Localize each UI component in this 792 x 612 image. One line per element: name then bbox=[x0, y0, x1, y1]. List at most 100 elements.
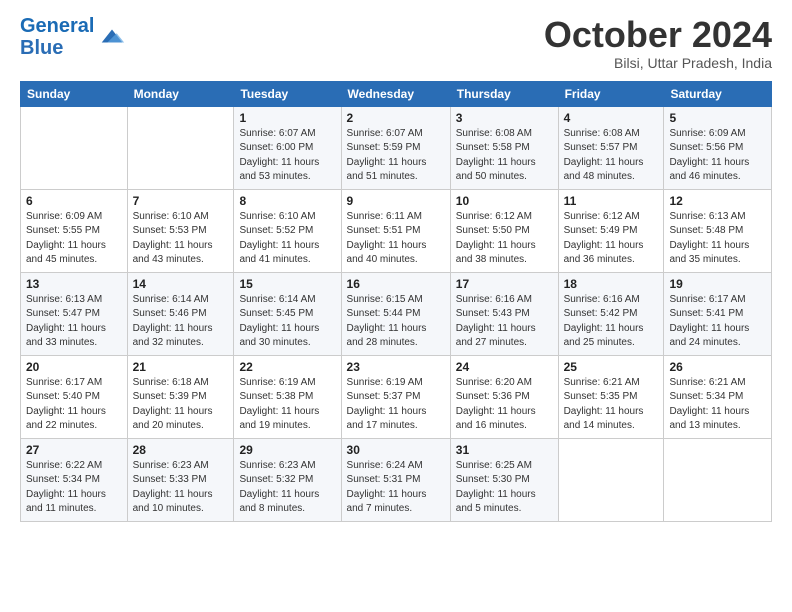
day-detail: Sunrise: 6:15 AMSunset: 5:44 PMDaylight:… bbox=[347, 293, 445, 351]
day-number: 28 bbox=[133, 443, 229, 457]
calendar-cell: 28 Sunrise: 6:23 AMSunset: 5:33 PMDaylig… bbox=[127, 438, 234, 521]
calendar-cell: 12 Sunrise: 6:13 AMSunset: 5:48 PMDaylig… bbox=[664, 189, 772, 272]
day-detail: Sunrise: 6:18 AMSunset: 5:39 PMDaylight:… bbox=[133, 376, 229, 434]
day-detail: Sunrise: 6:22 AMSunset: 5:34 PMDaylight:… bbox=[26, 459, 122, 517]
month-title: October 2024 bbox=[544, 15, 772, 55]
calendar-cell bbox=[664, 438, 772, 521]
day-detail: Sunrise: 6:11 AMSunset: 5:51 PMDaylight:… bbox=[347, 210, 445, 268]
calendar-cell bbox=[558, 438, 664, 521]
calendar-cell: 17 Sunrise: 6:16 AMSunset: 5:43 PMDaylig… bbox=[450, 272, 558, 355]
calendar-cell: 15 Sunrise: 6:14 AMSunset: 5:45 PMDaylig… bbox=[234, 272, 341, 355]
col-thursday: Thursday bbox=[450, 81, 558, 106]
day-number: 21 bbox=[133, 360, 229, 374]
day-number: 2 bbox=[347, 111, 445, 125]
day-number: 24 bbox=[456, 360, 553, 374]
col-monday: Monday bbox=[127, 81, 234, 106]
calendar-cell: 13 Sunrise: 6:13 AMSunset: 5:47 PMDaylig… bbox=[21, 272, 128, 355]
calendar-header-row: Sunday Monday Tuesday Wednesday Thursday… bbox=[21, 81, 772, 106]
calendar-cell: 24 Sunrise: 6:20 AMSunset: 5:36 PMDaylig… bbox=[450, 355, 558, 438]
day-number: 4 bbox=[564, 111, 659, 125]
day-detail: Sunrise: 6:25 AMSunset: 5:30 PMDaylight:… bbox=[456, 459, 553, 517]
calendar-cell: 9 Sunrise: 6:11 AMSunset: 5:51 PMDayligh… bbox=[341, 189, 450, 272]
day-number: 18 bbox=[564, 277, 659, 291]
calendar-cell bbox=[127, 106, 234, 189]
logo-text: GeneralBlue bbox=[20, 15, 94, 59]
logo-icon bbox=[98, 22, 126, 50]
day-number: 23 bbox=[347, 360, 445, 374]
day-number: 27 bbox=[26, 443, 122, 457]
calendar-cell bbox=[21, 106, 128, 189]
calendar-cell: 11 Sunrise: 6:12 AMSunset: 5:49 PMDaylig… bbox=[558, 189, 664, 272]
day-number: 14 bbox=[133, 277, 229, 291]
day-number: 29 bbox=[239, 443, 335, 457]
calendar-cell: 30 Sunrise: 6:24 AMSunset: 5:31 PMDaylig… bbox=[341, 438, 450, 521]
calendar-cell: 7 Sunrise: 6:10 AMSunset: 5:53 PMDayligh… bbox=[127, 189, 234, 272]
day-number: 31 bbox=[456, 443, 553, 457]
day-detail: Sunrise: 6:21 AMSunset: 5:35 PMDaylight:… bbox=[564, 376, 659, 434]
day-detail: Sunrise: 6:20 AMSunset: 5:36 PMDaylight:… bbox=[456, 376, 553, 434]
day-detail: Sunrise: 6:13 AMSunset: 5:47 PMDaylight:… bbox=[26, 293, 122, 351]
col-wednesday: Wednesday bbox=[341, 81, 450, 106]
day-number: 13 bbox=[26, 277, 122, 291]
calendar-cell: 20 Sunrise: 6:17 AMSunset: 5:40 PMDaylig… bbox=[21, 355, 128, 438]
day-detail: Sunrise: 6:23 AMSunset: 5:32 PMDaylight:… bbox=[239, 459, 335, 517]
day-detail: Sunrise: 6:10 AMSunset: 5:53 PMDaylight:… bbox=[133, 210, 229, 268]
day-number: 1 bbox=[239, 111, 335, 125]
calendar-cell: 25 Sunrise: 6:21 AMSunset: 5:35 PMDaylig… bbox=[558, 355, 664, 438]
calendar-cell: 22 Sunrise: 6:19 AMSunset: 5:38 PMDaylig… bbox=[234, 355, 341, 438]
day-detail: Sunrise: 6:16 AMSunset: 5:43 PMDaylight:… bbox=[456, 293, 553, 351]
day-detail: Sunrise: 6:09 AMSunset: 5:56 PMDaylight:… bbox=[669, 127, 766, 185]
day-number: 15 bbox=[239, 277, 335, 291]
calendar-cell: 10 Sunrise: 6:12 AMSunset: 5:50 PMDaylig… bbox=[450, 189, 558, 272]
day-detail: Sunrise: 6:12 AMSunset: 5:50 PMDaylight:… bbox=[456, 210, 553, 268]
day-detail: Sunrise: 6:24 AMSunset: 5:31 PMDaylight:… bbox=[347, 459, 445, 517]
day-detail: Sunrise: 6:08 AMSunset: 5:58 PMDaylight:… bbox=[456, 127, 553, 185]
day-detail: Sunrise: 6:19 AMSunset: 5:38 PMDaylight:… bbox=[239, 376, 335, 434]
calendar-cell: 21 Sunrise: 6:18 AMSunset: 5:39 PMDaylig… bbox=[127, 355, 234, 438]
col-tuesday: Tuesday bbox=[234, 81, 341, 106]
calendar-cell: 27 Sunrise: 6:22 AMSunset: 5:34 PMDaylig… bbox=[21, 438, 128, 521]
day-number: 8 bbox=[239, 194, 335, 208]
col-saturday: Saturday bbox=[664, 81, 772, 106]
page: GeneralBlue October 2024 Bilsi, Uttar Pr… bbox=[0, 0, 792, 612]
calendar-week-4: 27 Sunrise: 6:22 AMSunset: 5:34 PMDaylig… bbox=[21, 438, 772, 521]
day-detail: Sunrise: 6:16 AMSunset: 5:42 PMDaylight:… bbox=[564, 293, 659, 351]
calendar-cell: 5 Sunrise: 6:09 AMSunset: 5:56 PMDayligh… bbox=[664, 106, 772, 189]
day-number: 10 bbox=[456, 194, 553, 208]
day-number: 7 bbox=[133, 194, 229, 208]
day-detail: Sunrise: 6:07 AMSunset: 5:59 PMDaylight:… bbox=[347, 127, 445, 185]
day-number: 26 bbox=[669, 360, 766, 374]
calendar-cell: 4 Sunrise: 6:08 AMSunset: 5:57 PMDayligh… bbox=[558, 106, 664, 189]
day-number: 19 bbox=[669, 277, 766, 291]
day-number: 3 bbox=[456, 111, 553, 125]
day-detail: Sunrise: 6:13 AMSunset: 5:48 PMDaylight:… bbox=[669, 210, 766, 268]
calendar-cell: 19 Sunrise: 6:17 AMSunset: 5:41 PMDaylig… bbox=[664, 272, 772, 355]
day-number: 25 bbox=[564, 360, 659, 374]
calendar-cell: 2 Sunrise: 6:07 AMSunset: 5:59 PMDayligh… bbox=[341, 106, 450, 189]
day-number: 22 bbox=[239, 360, 335, 374]
calendar-week-3: 20 Sunrise: 6:17 AMSunset: 5:40 PMDaylig… bbox=[21, 355, 772, 438]
calendar-cell: 18 Sunrise: 6:16 AMSunset: 5:42 PMDaylig… bbox=[558, 272, 664, 355]
day-number: 20 bbox=[26, 360, 122, 374]
day-number: 12 bbox=[669, 194, 766, 208]
calendar-cell: 23 Sunrise: 6:19 AMSunset: 5:37 PMDaylig… bbox=[341, 355, 450, 438]
subtitle: Bilsi, Uttar Pradesh, India bbox=[544, 55, 772, 71]
day-detail: Sunrise: 6:14 AMSunset: 5:46 PMDaylight:… bbox=[133, 293, 229, 351]
col-sunday: Sunday bbox=[21, 81, 128, 106]
day-number: 11 bbox=[564, 194, 659, 208]
calendar-cell: 1 Sunrise: 6:07 AMSunset: 6:00 PMDayligh… bbox=[234, 106, 341, 189]
calendar-cell: 16 Sunrise: 6:15 AMSunset: 5:44 PMDaylig… bbox=[341, 272, 450, 355]
calendar-cell: 8 Sunrise: 6:10 AMSunset: 5:52 PMDayligh… bbox=[234, 189, 341, 272]
day-detail: Sunrise: 6:19 AMSunset: 5:37 PMDaylight:… bbox=[347, 376, 445, 434]
day-detail: Sunrise: 6:21 AMSunset: 5:34 PMDaylight:… bbox=[669, 376, 766, 434]
day-number: 9 bbox=[347, 194, 445, 208]
calendar-table: Sunday Monday Tuesday Wednesday Thursday… bbox=[20, 81, 772, 522]
day-detail: Sunrise: 6:10 AMSunset: 5:52 PMDaylight:… bbox=[239, 210, 335, 268]
day-number: 17 bbox=[456, 277, 553, 291]
day-number: 30 bbox=[347, 443, 445, 457]
day-detail: Sunrise: 6:14 AMSunset: 5:45 PMDaylight:… bbox=[239, 293, 335, 351]
day-detail: Sunrise: 6:17 AMSunset: 5:41 PMDaylight:… bbox=[669, 293, 766, 351]
header: GeneralBlue October 2024 Bilsi, Uttar Pr… bbox=[20, 15, 772, 71]
calendar-cell: 14 Sunrise: 6:14 AMSunset: 5:46 PMDaylig… bbox=[127, 272, 234, 355]
day-number: 6 bbox=[26, 194, 122, 208]
